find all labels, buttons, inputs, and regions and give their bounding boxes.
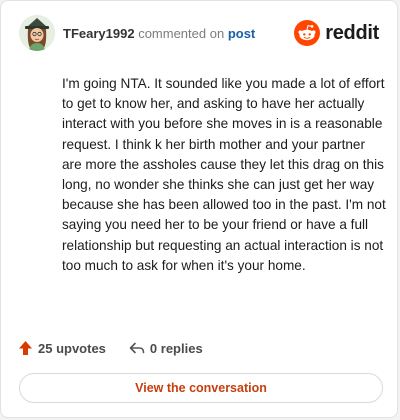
comment-body: I'm going NTA. It sounded like you made … — [62, 76, 386, 273]
username-link[interactable]: TFeary1992 — [63, 26, 135, 41]
reddit-logo-icon — [294, 20, 321, 46]
view-conversation-button[interactable]: View the conversation — [19, 373, 383, 403]
avatar-icon — [19, 15, 55, 51]
reddit-brand[interactable]: reddit — [294, 19, 379, 47]
avatar[interactable] — [19, 15, 55, 51]
comment-stats: 25 upvotes 0 replies — [18, 338, 203, 358]
upvotes-count: 25 upvotes — [38, 340, 106, 356]
comment-header: TFeary1992 commented on post reddit — [19, 15, 379, 55]
upvotes-stat[interactable]: 25 upvotes — [18, 340, 106, 356]
byline: TFeary1992 commented on post — [63, 26, 255, 41]
replies-count: 0 replies — [149, 340, 203, 356]
upvote-arrow-icon — [19, 341, 32, 355]
reddit-wordmark: reddit — [325, 21, 379, 44]
commented-label: commented on — [138, 26, 225, 41]
reply-arrow-icon — [129, 342, 145, 354]
replies-stat[interactable]: 0 replies — [128, 340, 203, 356]
post-link[interactable]: post — [228, 26, 255, 41]
comment-card: TFeary1992 commented on post reddit I'm … — [0, 0, 398, 418]
